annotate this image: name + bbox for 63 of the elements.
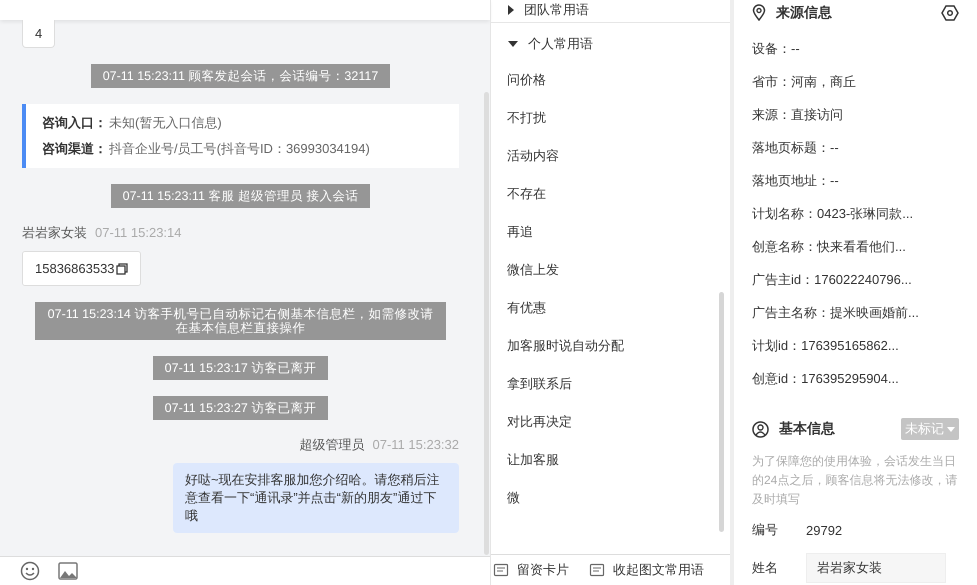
section-title: 来源信息 xyxy=(776,4,833,22)
info-label: 咨询入口： xyxy=(42,114,107,132)
info-value: 抖音企业号/员工号(抖音号ID：36993034194) xyxy=(109,140,370,158)
emoji-icon[interactable] xyxy=(20,561,40,581)
field-value: 29792 xyxy=(806,522,842,538)
source-info-row-text: 落地页地址：-- xyxy=(752,172,840,190)
phrase-group[interactable]: 个人常用语 xyxy=(491,31,730,57)
footer-button[interactable]: 留资卡片 xyxy=(493,561,569,579)
system-message: 07-11 15:23:11 客服 超级管理员 接入会话 xyxy=(110,184,370,208)
phrase-item[interactable]: 对比再决定 xyxy=(507,403,714,441)
phrase-item[interactable]: 有优惠 xyxy=(507,289,714,327)
source-info-row-text: 创意id：176395295904... xyxy=(752,370,900,388)
settings-icon[interactable] xyxy=(941,4,959,21)
phrase-item[interactable]: 拿到联系后 xyxy=(507,365,714,403)
message-time: 07-11 15:23:14 xyxy=(95,225,182,240)
section-title: 基本信息 xyxy=(779,420,836,438)
field-label: 姓名 xyxy=(752,559,779,577)
name-field[interactable]: 岩岩家女装 xyxy=(806,553,946,583)
info-label: 咨询渠道： xyxy=(42,140,107,158)
phrase-group[interactable]: 团队常用语 xyxy=(491,0,730,23)
document-icon xyxy=(589,562,605,578)
document-icon xyxy=(493,562,509,578)
source-info-row-text: 计划id：176395165862... xyxy=(752,336,900,354)
image-icon[interactable] xyxy=(58,562,78,580)
system-message: 07-11 15:23:27 访客已离开 xyxy=(152,396,328,420)
phrase-item[interactable]: 让加客服 xyxy=(507,441,714,479)
phrase-item[interactable]: 加客服时说自动分配 xyxy=(507,327,714,365)
source-info-row-text: 来源：直接访问 xyxy=(752,106,844,124)
system-message: 07-11 15:23:14 访客手机号已自动标记右侧基本信息栏，如需修改请在基本信息栏直接操作 xyxy=(35,302,446,340)
phrase-item[interactable]: 再追 xyxy=(507,213,714,251)
phrase-item[interactable]: 不打扰 xyxy=(507,99,714,137)
field-label: 编号 xyxy=(752,521,779,539)
notice-text: 为了保障您的使用体验，会话发生当日的24点之后，顾客信息将无法修改，请及时填写 xyxy=(752,453,958,508)
info-value: 未知(暂无入口信息) xyxy=(109,114,222,132)
message-card: 4 xyxy=(22,20,56,48)
system-message: 07-11 15:23:11 顾客发起会话，会话编号：32117 xyxy=(90,64,390,88)
phrase-item[interactable]: 不存在 xyxy=(507,175,714,213)
group-title[interactable]: 团队常用语 xyxy=(524,1,589,19)
phrase-item[interactable]: 问价格 xyxy=(507,61,714,99)
sender-name: 岩岩家女装 xyxy=(22,224,87,242)
phrase-item[interactable]: 微信上发 xyxy=(507,251,714,289)
source-info-row-text: 计划名称：0423-张琳同款... xyxy=(752,204,914,222)
sender-name: 超级管理员 xyxy=(300,436,364,454)
message-bubble: 好哒~现在安排客服加您介绍哈。请您稍后注意查看一下“通讯录”并点击“新的朋友”通过下哦 xyxy=(173,463,459,533)
phrase-item[interactable]: 活动内容 xyxy=(507,137,714,175)
source-info-row-text: 省市：河南，商丘 xyxy=(752,72,857,90)
phone-number: 15836863533 xyxy=(35,261,115,276)
phrase-item[interactable]: 微 xyxy=(507,479,714,517)
group-title[interactable]: 个人常用语 xyxy=(528,35,593,53)
footer-button[interactable]: 收起图文常用语 xyxy=(589,561,704,579)
copy-icon[interactable] xyxy=(116,262,128,274)
source-info-row-text: 设备：-- xyxy=(752,40,801,58)
message-time: 07-11 15:23:32 xyxy=(372,437,459,452)
location-pin-icon xyxy=(752,4,766,22)
source-info-row-text: 广告主名称：提米映画婚前... xyxy=(752,304,920,322)
scrollbar[interactable] xyxy=(719,292,724,532)
source-info-row-text: 落地页标题：-- xyxy=(752,138,840,156)
source-info-row-text: 创意名称：快来看看他们... xyxy=(752,238,907,256)
caret-icon xyxy=(947,426,955,432)
scrollbar[interactable] xyxy=(484,92,489,555)
source-info-row-text: 广告主id：176022240796... xyxy=(752,270,913,288)
system-message: 07-11 15:23:17 访客已离开 xyxy=(152,356,328,380)
user-icon xyxy=(752,420,769,438)
